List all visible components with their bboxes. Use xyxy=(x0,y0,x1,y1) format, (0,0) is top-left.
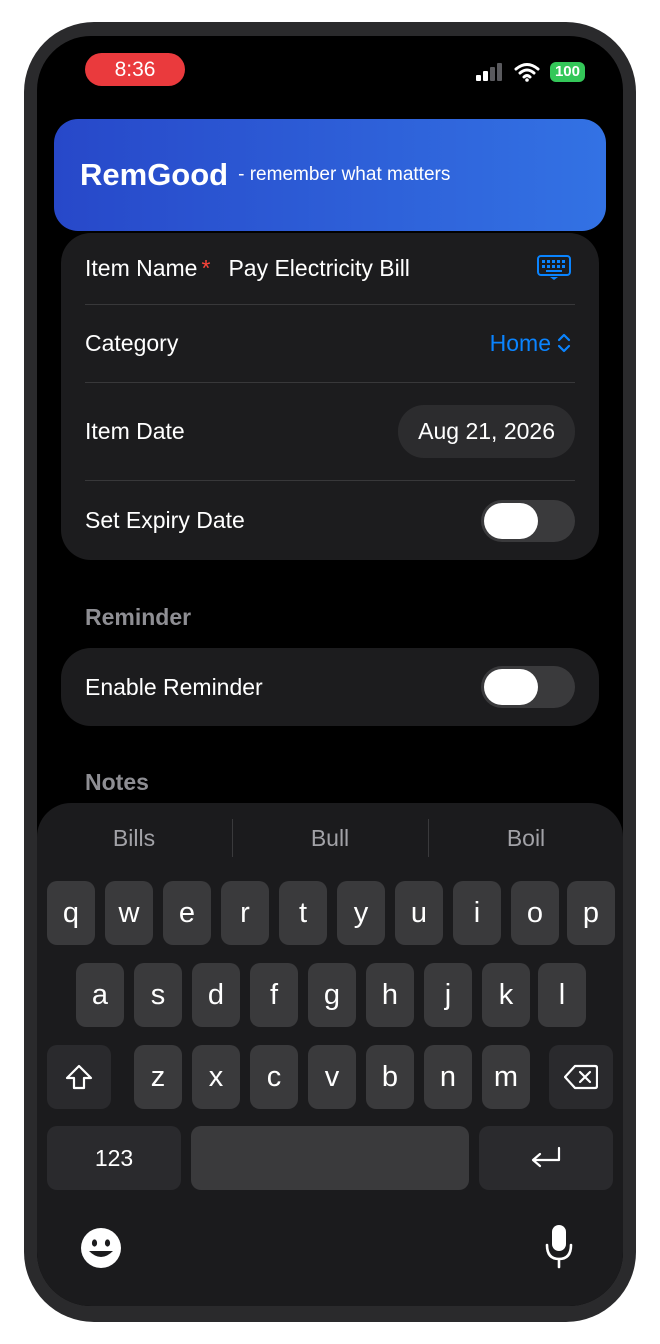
key-n[interactable]: n xyxy=(424,1045,472,1109)
key-g[interactable]: g xyxy=(308,963,356,1027)
expiry-toggle[interactable] xyxy=(481,499,575,542)
key-s[interactable]: s xyxy=(134,963,182,1027)
enable-reminder-label: Enable Reminder xyxy=(85,673,263,700)
item-name-label: Item Name xyxy=(85,254,198,281)
backspace-icon xyxy=(564,1064,598,1090)
space-key[interactable] xyxy=(191,1126,469,1190)
suggestion-divider xyxy=(232,819,233,857)
reminder-section-title: Reminder xyxy=(85,604,192,630)
key-z[interactable]: z xyxy=(134,1045,182,1109)
reminder-toggle[interactable] xyxy=(481,666,575,708)
item-details-card: Item Name * Pay Electricity Bill Categor… xyxy=(61,233,599,560)
item-name-row[interactable]: Item Name * Pay Electricity Bill xyxy=(85,233,575,303)
key-v[interactable]: v xyxy=(308,1045,356,1109)
toggle-knob xyxy=(484,669,538,705)
key-r[interactable]: r xyxy=(221,881,269,945)
suggestion-divider xyxy=(428,819,429,857)
key-d[interactable]: d xyxy=(192,963,240,1027)
key-f[interactable]: f xyxy=(250,963,298,1027)
app-tagline: - remember what matters xyxy=(238,164,451,185)
keyboard-icon[interactable] xyxy=(537,255,571,281)
key-y[interactable]: y xyxy=(337,881,385,945)
suggestion-1[interactable]: Bills xyxy=(39,825,229,852)
item-date-row: Item Date Aug 21, 2026 xyxy=(85,383,575,479)
cellular-signal-icon xyxy=(475,63,502,81)
category-row[interactable]: Category Home xyxy=(85,305,575,381)
status-time: 8:36 xyxy=(85,53,185,86)
battery-indicator: 100 xyxy=(549,62,585,82)
key-k[interactable]: k xyxy=(482,963,530,1027)
key-h[interactable]: h xyxy=(366,963,414,1027)
key-o[interactable]: o xyxy=(511,881,559,945)
microphone-icon[interactable] xyxy=(543,1223,575,1271)
required-indicator: * xyxy=(201,254,211,281)
key-e[interactable]: e xyxy=(163,881,211,945)
return-key[interactable] xyxy=(479,1126,613,1190)
key-b[interactable]: b xyxy=(366,1045,414,1109)
key-q[interactable]: q xyxy=(47,881,95,945)
toggle-knob xyxy=(484,502,538,539)
key-l[interactable]: l xyxy=(538,963,586,1027)
key-m[interactable]: m xyxy=(482,1045,530,1109)
delete-key[interactable] xyxy=(549,1045,613,1109)
emoji-icon[interactable] xyxy=(80,1227,122,1269)
category-picker[interactable]: Home xyxy=(490,330,571,357)
screen: 8:36 100 RemGood - remember what matters… xyxy=(37,36,623,1306)
item-date-picker[interactable]: Aug 21, 2026 xyxy=(398,404,575,458)
enable-reminder-row: Enable Reminder xyxy=(85,648,575,726)
key-w[interactable]: w xyxy=(105,881,153,945)
numbers-key[interactable]: 123 xyxy=(47,1126,181,1190)
key-j[interactable]: j xyxy=(424,963,472,1027)
expiry-label: Set Expiry Date xyxy=(85,507,245,533)
suggestion-3[interactable]: Boil xyxy=(431,825,621,852)
wifi-icon xyxy=(514,63,540,82)
notes-section-title: Notes xyxy=(85,769,149,795)
expiry-row: Set Expiry Date xyxy=(85,481,575,560)
shift-icon xyxy=(65,1064,93,1090)
reminder-card: Enable Reminder xyxy=(61,648,599,726)
key-p[interactable]: p xyxy=(567,881,615,945)
key-t[interactable]: t xyxy=(279,881,327,945)
item-name-input[interactable]: Pay Electricity Bill xyxy=(228,255,409,282)
status-indicators: 100 xyxy=(475,62,585,82)
app-header: RemGood - remember what matters xyxy=(54,119,606,231)
chevron-up-down-icon xyxy=(557,333,571,353)
app-title: RemGood xyxy=(80,157,229,192)
category-label: Category xyxy=(85,329,179,356)
keyboard: Bills Bull Boil q w e r t y u i o p a s … xyxy=(37,803,623,1306)
suggestion-2[interactable]: Bull xyxy=(235,825,425,852)
category-value: Home xyxy=(489,329,551,356)
item-date-label: Item Date xyxy=(85,417,185,444)
shift-key[interactable] xyxy=(47,1045,111,1109)
return-icon xyxy=(531,1146,561,1168)
key-i[interactable]: i xyxy=(453,881,501,945)
key-a[interactable]: a xyxy=(76,963,124,1027)
key-u[interactable]: u xyxy=(395,881,443,945)
key-c[interactable]: c xyxy=(250,1045,298,1109)
key-x[interactable]: x xyxy=(192,1045,240,1109)
